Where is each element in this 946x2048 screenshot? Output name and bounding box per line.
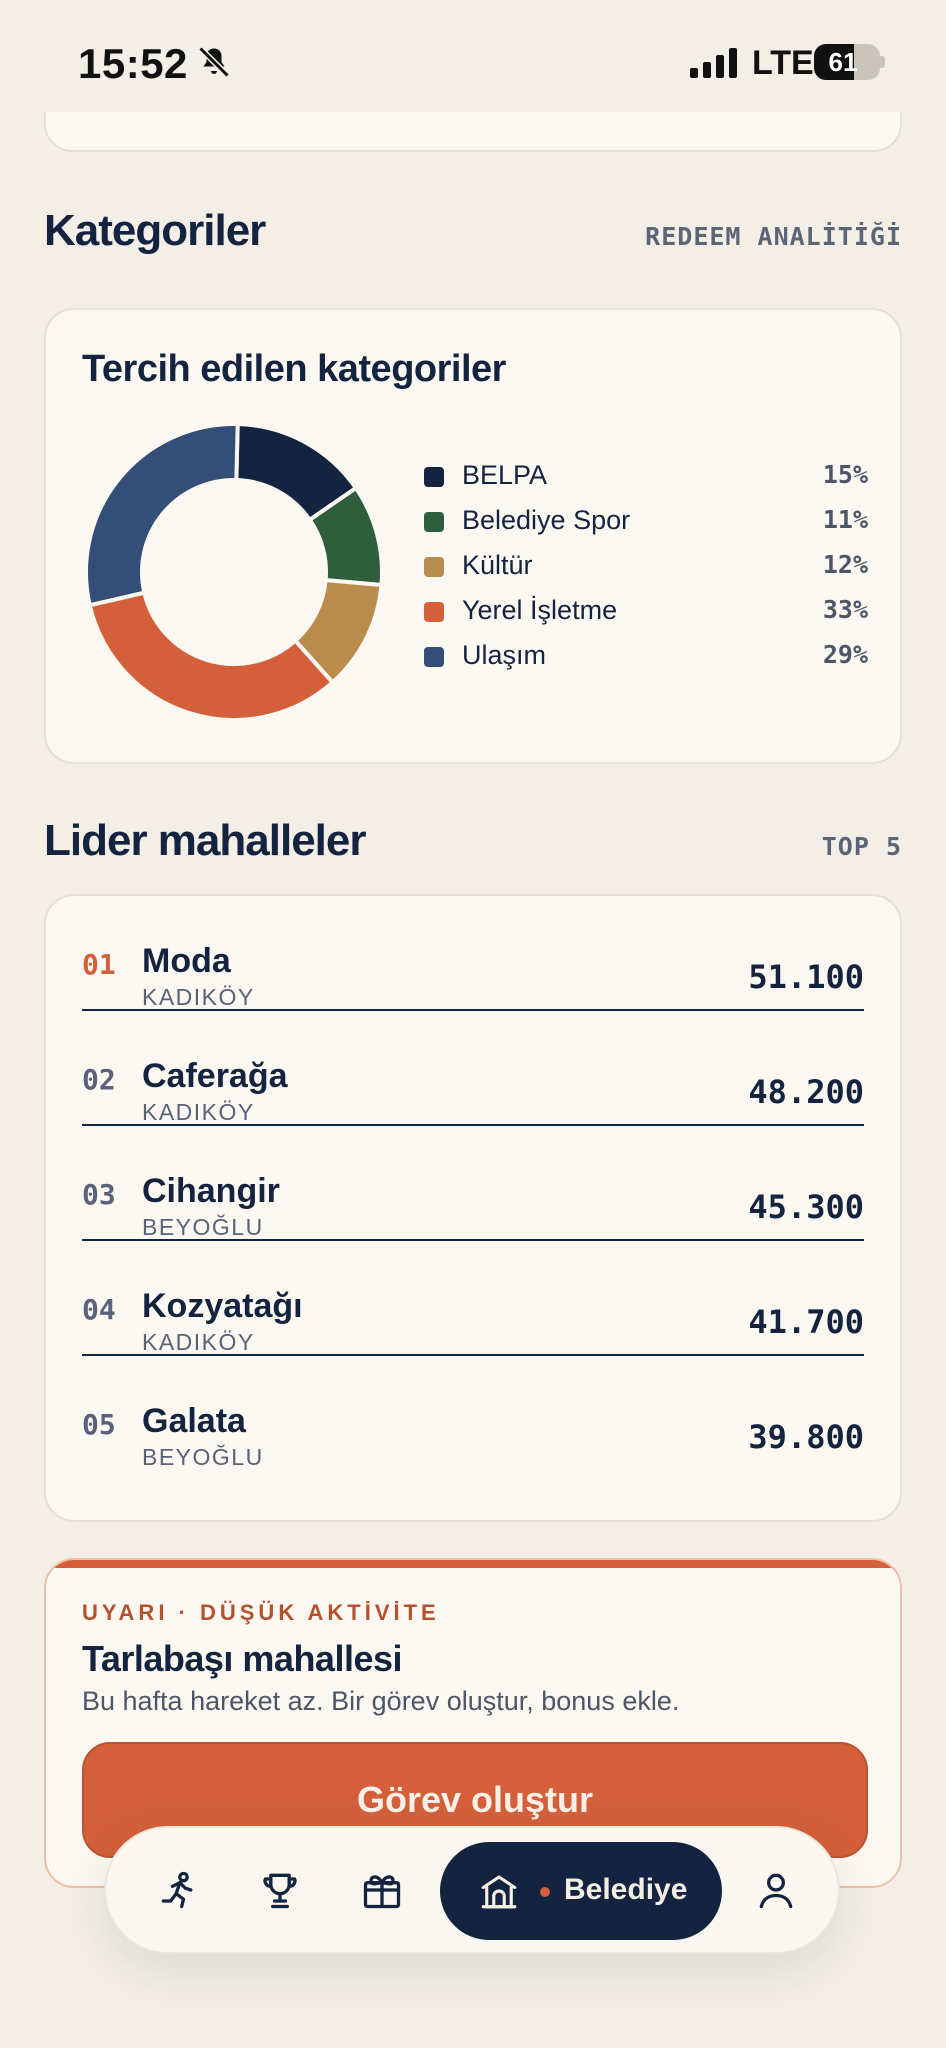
leader-rank: 04 — [82, 1293, 116, 1326]
legend-swatch — [424, 512, 444, 532]
status-time: 15:52 — [78, 40, 188, 87]
legend-percent: 15% — [822, 460, 868, 489]
leader-district: KADIKÖY — [142, 1099, 255, 1125]
legend-label: BELPA — [462, 460, 548, 490]
battery-tip — [880, 56, 885, 68]
trophy-icon[interactable] — [258, 1868, 302, 1912]
leader-name: Moda — [142, 942, 231, 980]
leader-rank: 05 — [82, 1408, 116, 1441]
leader-score: 48.200 — [748, 1073, 864, 1111]
legend-percent: 29% — [822, 640, 868, 669]
legend-swatch — [424, 602, 444, 622]
legend-percent: 11% — [822, 505, 868, 534]
leader-district: KADIKÖY — [142, 1329, 255, 1355]
leader-name: Caferağa — [142, 1057, 288, 1095]
legend-label: Ulaşım — [462, 640, 547, 670]
leader-rank: 03 — [82, 1178, 116, 1211]
categories-card-title: Tercih edilen kategoriler — [82, 348, 506, 390]
leader-row[interactable]: 03 Cihangir BEYOĞLU 45.300 — [82, 1126, 864, 1241]
active-indicator-dot — [540, 1887, 550, 1897]
leader-name: Kozyatağı — [142, 1287, 303, 1325]
donut-slice-ulaşım — [84, 422, 240, 608]
leader-row[interactable]: 04 Kozyatağı KADIKÖY 41.700 — [82, 1241, 864, 1356]
leader-score: 45.300 — [748, 1188, 864, 1226]
categories-title: Kategoriler — [44, 206, 266, 255]
alert-eyebrow: UYARI · DÜŞÜK AKTİVİTE — [82, 1600, 440, 1625]
legend-item: Belediye Spor 11% — [424, 501, 868, 546]
municipality-building-icon — [481, 1875, 517, 1909]
battery-percent: 61 — [828, 47, 858, 77]
leader-district: KADIKÖY — [142, 984, 255, 1010]
redeem-analytics-link[interactable]: REDEEM ANALİTİĞİ — [645, 222, 902, 251]
legend-swatch — [424, 647, 444, 667]
battery-icon: 61 — [814, 44, 880, 80]
leaders-card: 01 Moda KADIKÖY 51.100 02 Caferağa KADIKÖY 48.2… — [44, 894, 902, 1522]
alert-description: Bu hafta hareket az. Bir görev oluştur, … — [82, 1686, 680, 1716]
legend-swatch — [424, 557, 444, 577]
leader-row[interactable]: 05 Galata BEYOĞLU 39.800 — [82, 1356, 864, 1471]
leader-name: Cihangir — [142, 1172, 280, 1210]
donut-slice-yerel-i̇şletme — [87, 590, 336, 722]
profile-person-icon[interactable] — [754, 1868, 798, 1912]
legend-percent: 33% — [822, 595, 868, 624]
legend-percent: 12% — [822, 550, 868, 579]
legend-item: BELPA 15% — [424, 456, 868, 501]
category-donut-chart — [84, 422, 384, 722]
legend-label: Yerel İşletme — [462, 595, 618, 625]
legend-item: Yerel İşletme 33% — [424, 591, 868, 636]
top5-link[interactable]: TOP 5 — [822, 832, 902, 861]
legend-swatch — [424, 467, 444, 487]
category-legend: BELPA 15% Belediye Spor 11% Kültür 12% Yerel İ… — [424, 456, 868, 681]
leader-score: 39.800 — [748, 1418, 864, 1456]
legend-item: Kültür 12% — [424, 546, 868, 591]
categories-card: Tercih edilen kategoriler BELPA 15% Beledi… — [44, 308, 902, 764]
network-type: LTE — [752, 44, 814, 82]
running-person-icon[interactable] — [156, 1868, 200, 1912]
leader-row[interactable]: 01 Moda KADIKÖY 51.100 — [82, 896, 864, 1011]
bottom-nav: Belediye — [104, 1826, 840, 1954]
leader-rank: 02 — [82, 1063, 116, 1096]
alert-accent-bar — [46, 1560, 900, 1568]
leader-rank: 01 — [82, 948, 116, 981]
leaders-title: Lider mahalleler — [44, 816, 366, 865]
leader-name: Galata — [142, 1402, 246, 1440]
alert-title: Tarlabaşı mahallesi — [82, 1638, 403, 1679]
legend-item: Ulaşım 29% — [424, 636, 868, 681]
legend-label: Kültür — [462, 550, 533, 580]
status-bar: 15:52 LTE 61 — [0, 0, 946, 112]
leader-score: 51.100 — [748, 958, 864, 996]
nav-municipality-label: Belediye — [564, 1873, 688, 1906]
leader-score: 41.700 — [748, 1303, 864, 1341]
gift-icon[interactable] — [360, 1868, 404, 1912]
nav-municipality-active[interactable]: Belediye — [440, 1842, 722, 1940]
cellular-signal-icon — [690, 48, 737, 78]
leader-district: BEYOĞLU — [142, 1444, 264, 1470]
bell-muted-icon — [198, 46, 230, 78]
legend-label: Belediye Spor — [462, 505, 631, 535]
leader-district: BEYOĞLU — [142, 1214, 264, 1240]
leader-row[interactable]: 02 Caferağa KADIKÖY 48.200 — [82, 1011, 864, 1126]
